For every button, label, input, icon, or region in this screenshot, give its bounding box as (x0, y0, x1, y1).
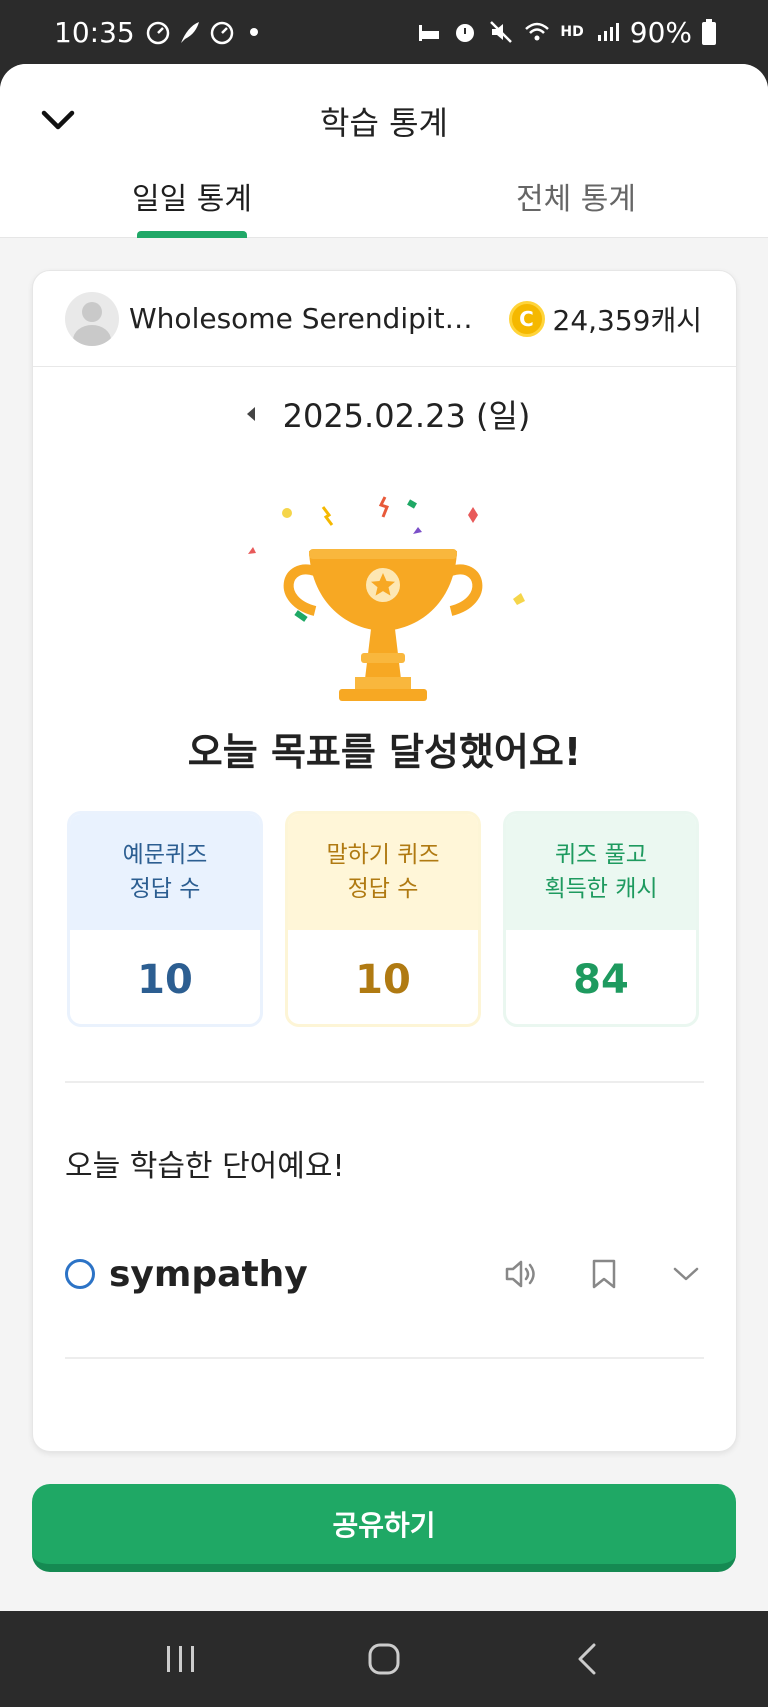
avatar (65, 291, 119, 346)
header: 학습 통계 일일 통계 전체 통계 (0, 64, 768, 238)
hd-voice-badge: HD (560, 24, 584, 40)
cash-balance: C 24,359캐시 (508, 299, 703, 339)
word-actions (504, 1256, 704, 1292)
username: Wholesome Serendipitou... (129, 302, 489, 335)
stats-sheet: 학습 통계 일일 통계 전체 통계 Wholesome Serendipitou… (0, 64, 768, 1611)
speaker-icon (505, 1260, 535, 1288)
mute-icon (490, 21, 513, 43)
page-title: 학습 통계 (320, 104, 448, 142)
speedometer-icon-2 (210, 21, 233, 45)
stat-label: 퀴즈 풀고 획득한 캐시 (506, 814, 696, 930)
expand-word-button[interactable] (668, 1256, 704, 1292)
wifi-icon (525, 22, 550, 41)
daily-stats-card: Wholesome Serendipitou... C 24,359캐시 202… (32, 270, 737, 1452)
back-icon (578, 1643, 596, 1675)
trophy-illustration (248, 496, 525, 701)
divider (65, 1357, 704, 1359)
battery-percentage: 90% (629, 15, 692, 49)
stat-label-line1: 말하기 퀴즈 (326, 842, 440, 868)
alarm-icon (456, 24, 475, 42)
stat-value: 10 (137, 957, 193, 1003)
sleep-mode-icon (419, 25, 440, 41)
stat-label: 말하기 퀴즈 정답 수 (288, 814, 478, 930)
cash-amount: 24,359캐시 (552, 303, 703, 337)
stat-label-line2: 획득한 캐시 (544, 876, 658, 902)
stat-card-earned-cash: 퀴즈 풀고 획득한 캐시 84 (503, 811, 699, 1027)
previous-date-button[interactable] (239, 402, 263, 426)
stat-label-line2: 정답 수 (347, 876, 419, 902)
system-navigation-bar (0, 1611, 768, 1707)
stat-value: 10 (355, 957, 411, 1003)
stat-label-line2: 정답 수 (129, 876, 201, 902)
stat-label: 예문퀴즈 정답 수 (70, 814, 260, 930)
stats-cards: 예문퀴즈 정답 수 10 말하기 퀴즈 정답 수 10 퀴즈 풀고 획득한 캐시… (67, 811, 699, 1027)
profile-row: Wholesome Serendipitou... C 24,359캐시 (33, 271, 736, 367)
speedometer-icon (146, 21, 169, 45)
stat-label-line1: 퀴즈 풀고 (555, 842, 647, 868)
tab-daily-stats[interactable]: 일일 통계 (0, 168, 384, 238)
goal-achieved-message: 오늘 목표를 달성했어요! (187, 730, 582, 774)
bookmark-button[interactable] (586, 1256, 622, 1292)
status-left: 10:35 (54, 16, 267, 49)
stat-value: 84 (573, 957, 629, 1003)
tab-bar: 일일 통계 전체 통계 (0, 168, 768, 238)
battery-icon (702, 19, 716, 45)
caret-left-icon (246, 407, 255, 421)
word-text: sympathy (109, 1253, 308, 1295)
status-time: 10:35 (54, 15, 135, 49)
divider (65, 1081, 704, 1083)
share-button[interactable]: 공유하기 (32, 1484, 736, 1572)
feather-icon (180, 22, 199, 43)
date-selector: 2025.02.23 (일) (33, 391, 736, 437)
stat-label-line1: 예문퀴즈 (122, 842, 208, 868)
stat-card-example-quiz: 예문퀴즈 정답 수 10 (67, 811, 263, 1027)
play-audio-button[interactable] (504, 1256, 540, 1292)
chevron-down-icon (673, 1267, 699, 1281)
dot-icon (249, 28, 258, 36)
home-button[interactable] (354, 1629, 414, 1689)
home-icon (368, 1643, 400, 1675)
signal-icon (597, 23, 619, 41)
status-notification-icons (145, 19, 267, 45)
coin-icon: C (508, 300, 545, 337)
learned-words-heading: 오늘 학습한 단어예요! (65, 1149, 345, 1184)
current-date: 2025.02.23 (일) (282, 397, 531, 435)
recent-apps-button[interactable] (151, 1629, 211, 1689)
status-right: HD 90% (416, 16, 716, 49)
status-bar: 10:35 HD 90% (0, 0, 768, 64)
bookmark-icon (592, 1259, 616, 1289)
stat-card-speaking-quiz: 말하기 퀴즈 정답 수 10 (285, 811, 481, 1027)
tab-total-stats[interactable]: 전체 통계 (384, 168, 768, 238)
recent-apps-icon (167, 1646, 195, 1672)
word-list-item[interactable]: sympathy (65, 1239, 704, 1309)
word-status-circle-icon (65, 1259, 95, 1289)
back-button[interactable] (557, 1629, 617, 1689)
